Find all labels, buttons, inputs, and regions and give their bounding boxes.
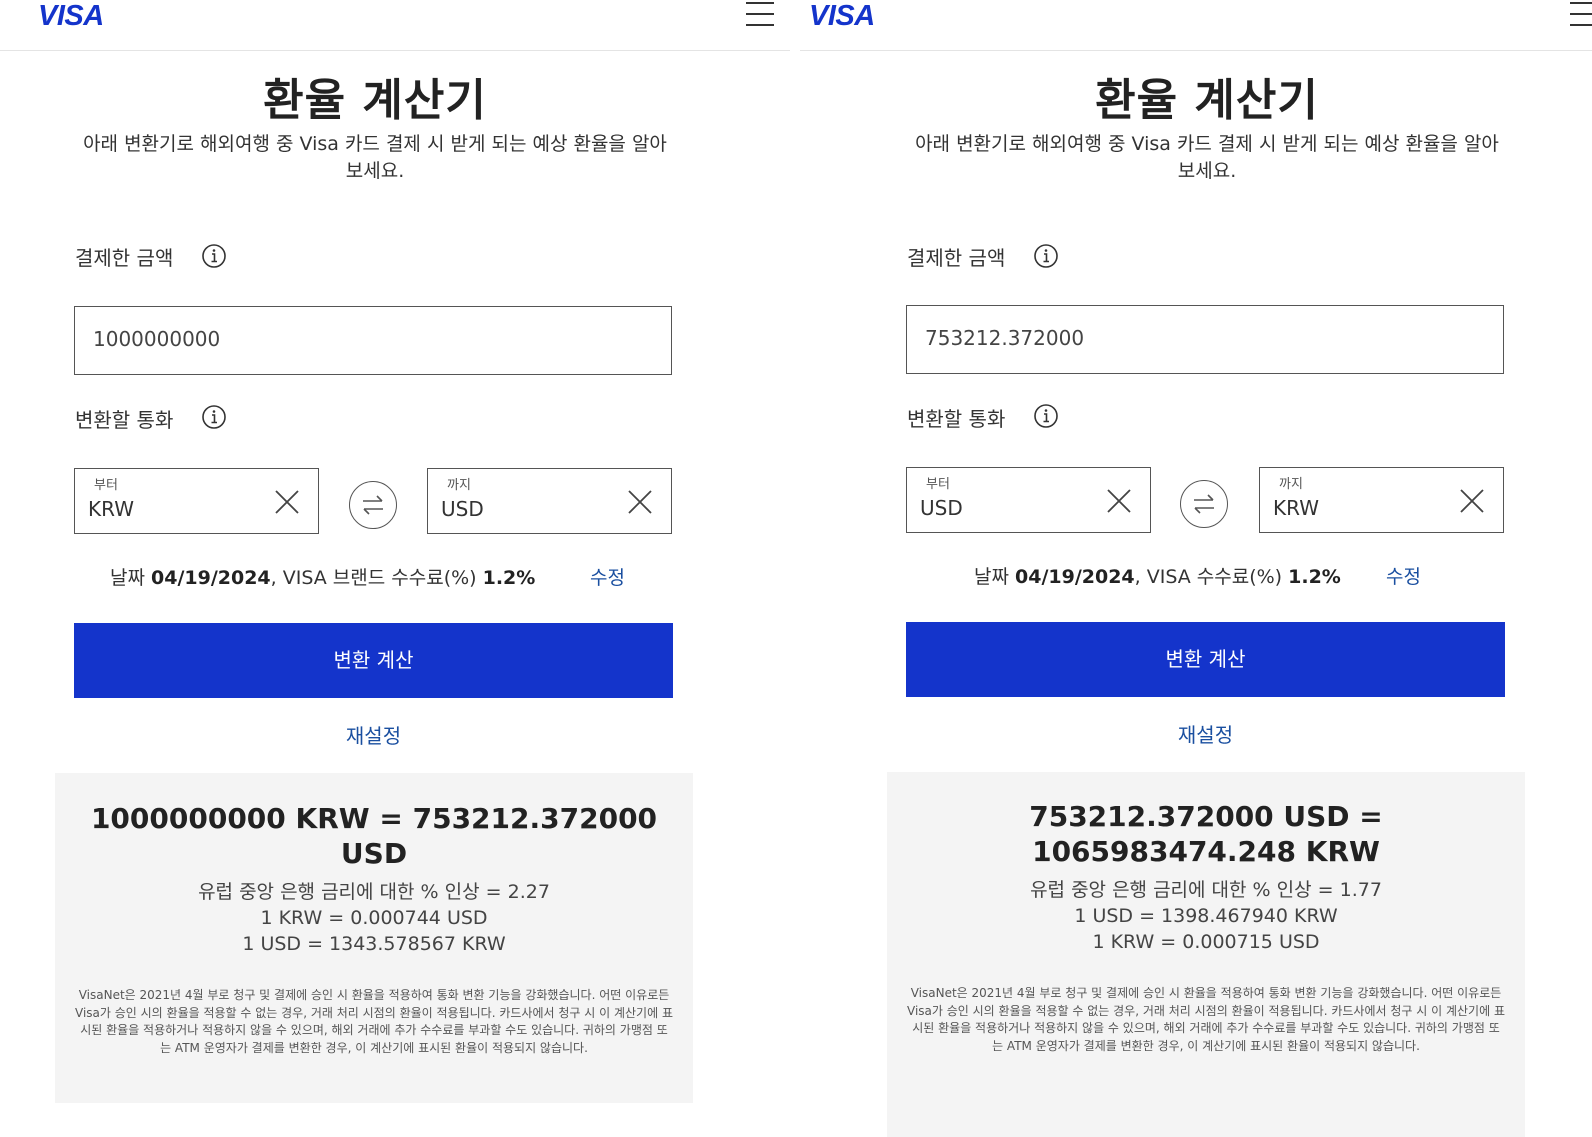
result-line: 1 USD = 1398.467940 KRW [1074,905,1338,927]
swap-arrows-icon [363,495,383,515]
result-line: 1 KRW = 0.000715 USD [1092,931,1320,953]
to-label: 까지 [1279,477,1303,492]
convert-button[interactable]: 변환 계산 [74,623,673,698]
amount-input[interactable]: 753212.372000 [906,305,1504,374]
amount-label: 결제한 금액 [907,246,1006,270]
panel-divider [790,0,800,1137]
fee-date: 04/19/2024 [1015,566,1135,588]
hamburger-menu-icon[interactable] [746,2,774,28]
reset-link[interactable]: 재설정 [74,720,673,749]
swap-currency-button[interactable] [349,481,397,529]
page-subtitle: 아래 변환기로 해외여행 중 Visa 카드 결제 시 받게 되는 예상 환율을… [83,133,667,182]
info-icon[interactable] [202,244,226,268]
page-title: 환율 계산기 [1095,75,1319,126]
clear-icon[interactable] [1106,488,1132,514]
clear-icon[interactable] [1459,488,1485,514]
info-icon[interactable] [1034,244,1058,268]
result-panel: 753212.372000 USD = 1065983474.248 KRW 유… [887,772,1525,1137]
clear-icon[interactable] [274,489,300,515]
amount-input[interactable]: 1000000000 [74,306,672,375]
swap-currency-button[interactable] [1180,480,1228,528]
fee-value: 1.2% [482,567,536,589]
to-currency-field[interactable]: 까지 KRW [1259,467,1504,533]
convert-button[interactable]: 변환 계산 [906,622,1505,697]
visa-logo[interactable]: VISA [38,0,104,33]
page-subtitle: 아래 변환기로 해외여행 중 Visa 카드 결제 시 받게 되는 예상 환율을… [915,133,1499,182]
result-line: 유럽 중앙 은행 금리에 대한 % 인상 = 1.77 [1030,879,1382,901]
right-calculator-panel: VISA 환율 계산기 아래 변환기로 해외여행 중 Visa 카드 결제 시 … [800,0,1592,1137]
fee-date: 04/19/2024 [151,567,271,589]
result-main: 753212.372000 USD = 1065983474.248 KRW [1029,800,1383,868]
result-line: 1 KRW = 0.000744 USD [260,907,488,929]
fee-info: 날짜 04/19/2024, VISA 브랜드 수수료(%) 1.2% [110,567,536,589]
currency-label: 변환할 통화 [907,407,1006,431]
hamburger-menu-icon[interactable] [1570,2,1592,28]
clear-icon[interactable] [627,489,653,515]
edit-link[interactable]: 수정 [590,563,625,590]
disclaimer: VisaNet은 2021년 4월 부로 청구 및 결제에 승인 시 환율을 적… [907,986,1505,1053]
site-header: VISA [0,0,790,51]
reset-link[interactable]: 재설정 [906,719,1505,748]
from-label: 부터 [926,477,950,492]
left-calculator-panel: VISA 환율 계산기 아래 변환기로 해외여행 중 Visa 카드 결제 시 … [0,0,790,1137]
from-label: 부터 [94,478,118,493]
info-icon[interactable] [1034,404,1058,428]
visa-logo[interactable]: VISA [809,0,875,33]
currency-label: 변환할 통화 [75,408,174,432]
to-currency-field[interactable]: 까지 USD [427,468,672,534]
disclaimer: VisaNet은 2021년 4월 부로 청구 및 결제에 승인 시 환율을 적… [75,988,673,1055]
result-line: 유럽 중앙 은행 금리에 대한 % 인상 = 2.27 [198,881,550,903]
fee-info: 날짜 04/19/2024, VISA 수수료(%) 1.2% [974,566,1341,588]
from-value[interactable]: USD [920,496,963,520]
amount-label: 결제한 금액 [75,246,174,270]
swap-arrows-icon [1194,494,1214,514]
from-currency-field[interactable]: 부터 USD [906,467,1151,533]
from-value[interactable]: KRW [88,497,134,521]
result-line: 1 USD = 1343.578567 KRW [242,933,506,955]
from-currency-field[interactable]: 부터 KRW [74,468,319,534]
info-icon[interactable] [202,405,226,429]
result-main: 1000000000 KRW = 753212.372000 USD [90,802,658,870]
fee-value: 1.2% [1288,566,1341,588]
result-panel: 1000000000 KRW = 753212.372000 USD 유럽 중앙… [55,773,693,1103]
page-title: 환율 계산기 [263,75,487,126]
edit-link[interactable]: 수정 [1386,562,1421,589]
to-value[interactable]: KRW [1273,496,1319,520]
to-value[interactable]: USD [441,497,484,521]
site-header: VISA [800,0,1592,51]
to-label: 까지 [447,478,471,493]
